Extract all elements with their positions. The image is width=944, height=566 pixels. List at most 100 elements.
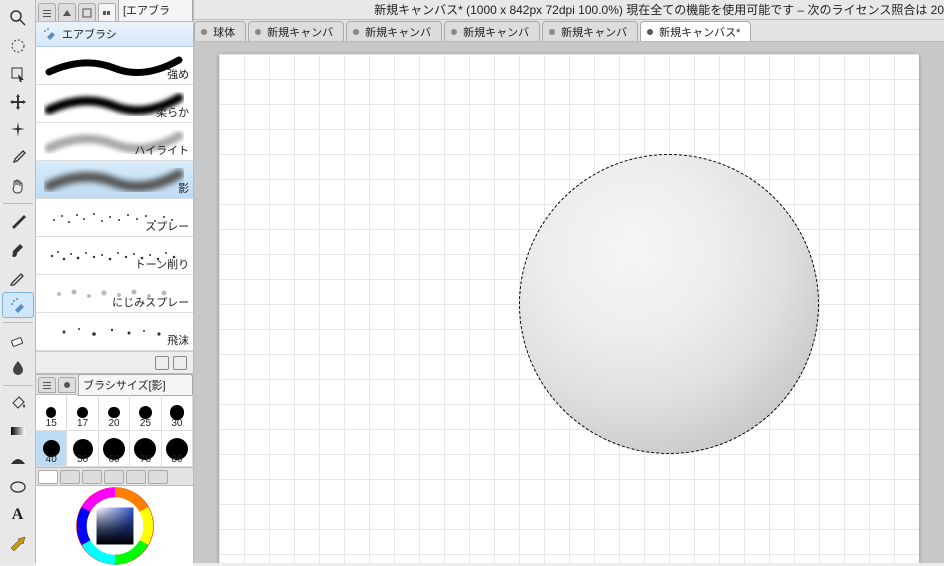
brush-size-value: 20 <box>108 418 119 429</box>
panel-menu-icon[interactable] <box>38 377 56 393</box>
color-wheel[interactable] <box>36 486 193 566</box>
panel-tab-icon[interactable] <box>58 3 76 21</box>
color-panel-tabs <box>36 468 193 486</box>
brush-size-cell[interactable]: 50 <box>67 431 98 467</box>
brush-size-dot <box>77 407 88 418</box>
brush-label: 影 <box>178 180 189 196</box>
brush-item[interactable]: トーン削り <box>36 237 193 275</box>
color-history-tab[interactable] <box>104 470 124 484</box>
lasso-tool[interactable] <box>2 33 34 59</box>
brush-size-value: 80 <box>171 454 182 465</box>
canvas[interactable] <box>219 54 919 563</box>
subtool-panel-title: サブツール[エアブラ <box>118 0 193 21</box>
document-tabs: 球体新規キャンバ新規キャンバ新規キャンバ新規キャンバ新規キャンバス* <box>194 20 944 42</box>
brush-label: にじみスプレー <box>112 294 189 310</box>
brush-panel-footer <box>36 351 193 373</box>
brush-size-value: 70 <box>140 454 151 465</box>
brush-size-cell[interactable]: 17 <box>67 395 98 431</box>
document-area: 新規キャンバス* (1000 x 842px 72dpi 100.0%) 現在全… <box>194 0 944 563</box>
brush-size-cell[interactable]: 30 <box>162 395 193 431</box>
brush-size-title: ブラシサイズ[影] <box>78 374 193 396</box>
brush-item[interactable]: にじみスプレー <box>36 275 193 313</box>
text-tool[interactable]: A <box>2 502 34 528</box>
brush-size-cell[interactable]: 80 <box>162 431 193 467</box>
document-tab[interactable]: 球体 <box>194 21 246 41</box>
sparkle-tool[interactable] <box>2 117 34 143</box>
brush-size-value: 60 <box>108 454 119 465</box>
move-tool[interactable] <box>2 89 34 115</box>
document-title-bar: 新規キャンバス* (1000 x 842px 72dpi 100.0%) 現在全… <box>194 0 944 20</box>
subtool-column: サブツール[エアブラ エアブラシ 強め 柔らか ハイライト <box>36 0 194 563</box>
document-tab[interactable]: 新規キャンバ <box>542 21 638 41</box>
brush-label: 強め <box>167 66 189 82</box>
color-approx-tab[interactable] <box>148 470 168 484</box>
magnify-tool[interactable] <box>2 5 34 31</box>
document-tab[interactable]: 新規キャンバ <box>248 21 344 41</box>
brush-size-cell[interactable]: 20 <box>99 395 130 431</box>
pen-tool[interactable] <box>2 208 34 234</box>
brush-size-value: 40 <box>46 454 57 465</box>
brush-size-grid: 15 17 20 25 30 40 50 60 70 80 <box>36 395 193 467</box>
hand-tool[interactable] <box>2 173 34 199</box>
document-tab[interactable]: 新規キャンバス* <box>640 21 751 41</box>
color-set-tab[interactable] <box>82 470 102 484</box>
ellipse-tool[interactable] <box>2 474 34 500</box>
brush-size-cell[interactable]: 60 <box>99 431 130 467</box>
eyedropper-tool[interactable] <box>2 145 34 171</box>
brush-size-value: 30 <box>171 418 182 429</box>
eraser-tool[interactable] <box>2 327 34 353</box>
brush-item[interactable]: 影 <box>36 161 193 199</box>
marching-ants <box>519 154 819 454</box>
panel-tab-icon[interactable] <box>98 3 116 21</box>
brush-label: 柔らか <box>156 104 189 120</box>
panel-tab-icon[interactable] <box>78 3 96 21</box>
brush-label: トーン削り <box>135 256 189 272</box>
brush-size-cell[interactable]: 25 <box>130 395 161 431</box>
panel-menu-icon[interactable] <box>38 3 56 21</box>
selection-cursor-tool[interactable] <box>2 61 34 87</box>
document-tab[interactable]: 新規キャンバ <box>444 21 540 41</box>
brush-item[interactable]: 強め <box>36 47 193 85</box>
brush-stroke-preview <box>44 54 184 78</box>
brush-stroke-preview <box>44 168 184 192</box>
blend-tool[interactable] <box>2 355 34 381</box>
brush-stroke-preview <box>44 320 184 344</box>
brush-item[interactable]: 飛沫 <box>36 313 193 351</box>
brush-size-cell[interactable]: 70 <box>130 431 161 467</box>
new-brush-icon[interactable] <box>155 356 169 370</box>
brush-size-value: 50 <box>77 454 88 465</box>
subtool-tabrow: サブツール[エアブラ <box>36 0 193 22</box>
brush-size-value: 25 <box>140 418 151 429</box>
delete-brush-icon[interactable] <box>173 356 187 370</box>
fill-tool[interactable] <box>2 390 34 416</box>
brush-label: スプレー <box>145 218 189 234</box>
panel-tab-icon[interactable] <box>58 377 76 393</box>
pencil-tool[interactable] <box>2 264 34 290</box>
canvas-viewport[interactable] <box>194 42 944 563</box>
subtool-group-label: エアブラシ <box>62 26 117 42</box>
brush-size-header: ブラシサイズ[影] <box>36 375 193 395</box>
brush-size-value: 15 <box>46 418 57 429</box>
separator <box>3 385 33 386</box>
subtool-group: エアブラシ 強め 柔らか ハイライト 影 <box>36 22 193 374</box>
separator <box>3 322 33 323</box>
line-tool[interactable] <box>2 530 34 556</box>
brush-size-panel: ブラシサイズ[影] 15 17 20 25 30 40 50 60 70 80 <box>36 374 193 467</box>
subtool-group-header[interactable]: エアブラシ <box>36 22 193 47</box>
shading-tool[interactable] <box>2 446 34 472</box>
brush-item[interactable]: スプレー <box>36 199 193 237</box>
color-slider-tab[interactable] <box>60 470 80 484</box>
gradient-tool[interactable] <box>2 418 34 444</box>
color-wheel-tab[interactable] <box>38 470 58 484</box>
document-tab[interactable]: 新規キャンバ <box>346 21 442 41</box>
separator <box>3 203 33 204</box>
color-intermediate-tab[interactable] <box>126 470 146 484</box>
brush-tool[interactable] <box>2 236 34 262</box>
brush-item[interactable]: 柔らか <box>36 85 193 123</box>
brush-size-cell[interactable]: 15 <box>36 395 67 431</box>
brush-label: 飛沫 <box>167 332 189 348</box>
brush-size-cell[interactable]: 40 <box>36 431 67 467</box>
brush-item[interactable]: ハイライト <box>36 123 193 161</box>
airbrush-tool[interactable] <box>2 292 34 318</box>
brush-size-dot <box>46 407 56 417</box>
